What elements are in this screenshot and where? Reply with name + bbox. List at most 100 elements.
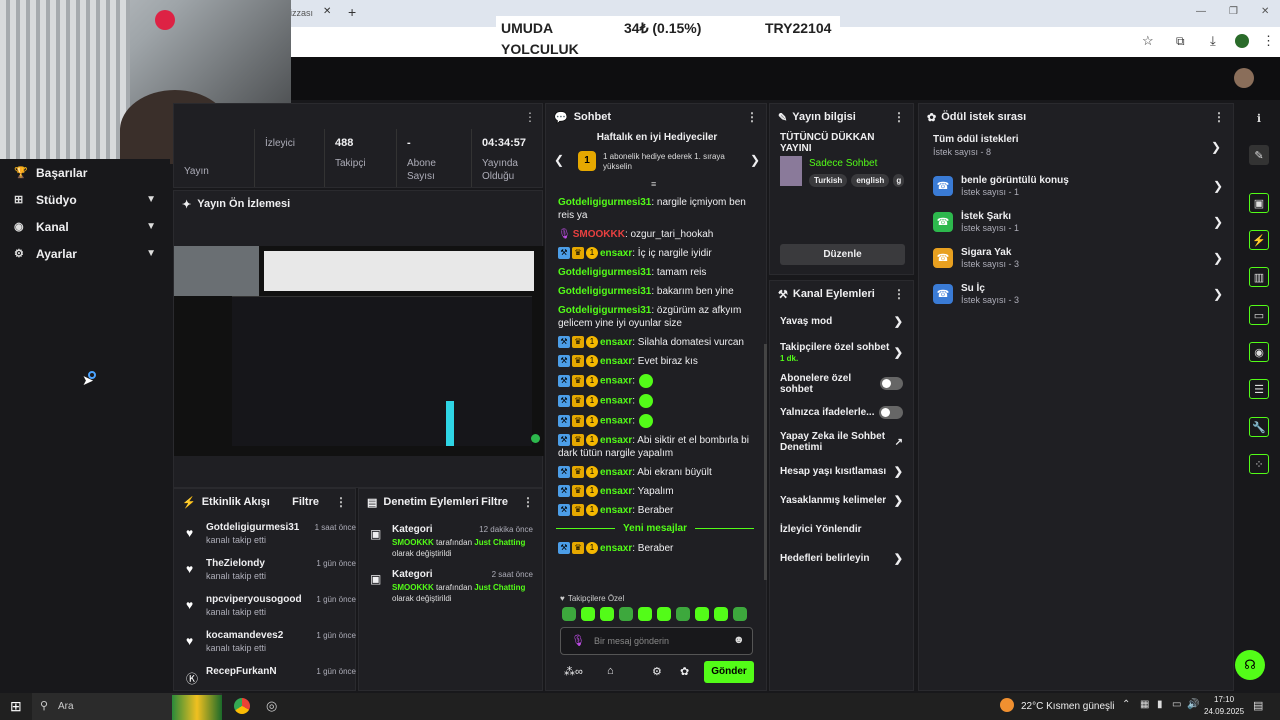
sidebar-item-studio[interactable]: ⊞ Stüdyo ▼ — [0, 186, 170, 213]
send-button[interactable]: Gönder — [704, 661, 754, 683]
profile-avatar[interactable] — [1235, 34, 1249, 48]
extensions-icon[interactable]: ⧉ — [1176, 34, 1185, 49]
channel-action-item[interactable]: Hesap yaşı kısıtlaması ❯ — [770, 457, 913, 486]
all-rewards-row[interactable]: Tüm ödül istekleri İstek sayısı - 8 ❯ — [933, 134, 1223, 162]
channel-action-item[interactable]: Yavaş mod ❯ — [770, 307, 913, 336]
user-avatar[interactable] — [1234, 68, 1254, 88]
reward-item[interactable]: ☎ İstek Şarkı İstek sayısı - 1 ❯ — [933, 206, 1223, 238]
info-icon[interactable]: ℹ — [1249, 108, 1269, 128]
chat-username[interactable]: ensaxr — [600, 416, 632, 427]
mic-tray-icon[interactable]: ▮ — [1157, 699, 1163, 710]
chat-username[interactable]: Gotdeligigurmesi31 — [558, 267, 651, 278]
chat-scrollbar[interactable] — [764, 344, 767, 580]
edit-button[interactable]: Düzenle — [780, 244, 905, 265]
lightning-icon[interactable]: ⚡ — [1249, 230, 1269, 250]
category-label[interactable]: Sadece Sohbet — [809, 158, 877, 169]
emote-icon[interactable] — [714, 607, 728, 621]
chat-menu-icon[interactable]: ⋮ — [746, 110, 758, 124]
chat-username[interactable]: ensaxr — [600, 543, 632, 554]
focus-icon[interactable]: ▣ — [1249, 193, 1269, 213]
channel-action-item[interactable]: Yapay Zeka ile Sohbet Denetimi ↗ — [770, 427, 913, 457]
broadcast-icon[interactable]: ◉ — [1249, 342, 1269, 362]
emote-icon[interactable] — [562, 607, 576, 621]
moderation-filter-button[interactable]: Filtre — [481, 496, 508, 508]
chat-username[interactable]: ensaxr — [600, 467, 632, 478]
store-icon[interactable]: ⌂ — [607, 665, 614, 677]
points-icon[interactable]: ⁂∞ — [564, 665, 583, 678]
emote-icon[interactable] — [581, 607, 595, 621]
list-icon[interactable]: ☰ — [1249, 379, 1269, 399]
notification-icon[interactable]: ▤ — [1253, 699, 1263, 712]
moderation-item[interactable]: ▣ Kategori 12 dakika önce SMOOKKK tarafında… — [367, 524, 537, 564]
channel-action-item[interactable]: Takipçilere özel sohbet 1 dk. ❯ — [770, 336, 913, 369]
maximize-icon[interactable]: ❐ — [1229, 6, 1238, 17]
emote-icon[interactable] — [600, 607, 614, 621]
chat-username[interactable]: ensaxr — [600, 505, 632, 516]
clock-time[interactable]: 17:10 — [1214, 695, 1234, 704]
stream-info-menu-icon[interactable]: ⋮ — [893, 110, 905, 124]
chat-username[interactable]: Gotdeligigurmesi31 — [558, 286, 651, 297]
chat-username[interactable]: ensaxr — [600, 356, 632, 367]
emote-icon[interactable] — [657, 607, 671, 621]
emote-icon[interactable] — [695, 607, 709, 621]
obs-icon[interactable]: ◎ — [266, 698, 277, 714]
activity-item[interactable]: ♥ npcviperyousogood kanalı takip etti 1 gün… — [182, 592, 356, 622]
bookmark-star-icon[interactable]: ☆ — [1142, 33, 1154, 49]
channel-action-item[interactable]: Abonelere özel sohbet — [770, 369, 913, 398]
channel-actions-menu-icon[interactable]: ⋮ — [893, 287, 905, 301]
activity-menu-icon[interactable]: ⋮ — [335, 495, 347, 509]
tray-chevron-icon[interactable]: ⌃ — [1122, 699, 1130, 710]
channel-action-item[interactable]: Yasaklanmış kelimeler ❯ — [770, 486, 913, 515]
emote-icon[interactable] — [638, 607, 652, 621]
sidebar-item-settings[interactable]: ⚙ Ayarlar ▼ — [0, 240, 170, 267]
chat-username[interactable]: ensaxr — [600, 486, 632, 497]
window-close-icon[interactable]: ✕ — [1261, 6, 1269, 17]
sidebar-item-achievements[interactable]: 🏆 Başarılar — [0, 159, 170, 186]
download-icon[interactable]: ⤓ — [1210, 33, 1216, 49]
emote-icon[interactable] — [676, 607, 690, 621]
chrome-icon[interactable] — [234, 698, 250, 714]
chevron-right-icon[interactable]: ❯ — [750, 153, 760, 167]
apps-icon[interactable]: ⁘ — [1249, 454, 1269, 474]
windows-start-icon[interactable]: ⊞ — [10, 698, 22, 715]
gear-icon[interactable]: ⚙ — [652, 665, 662, 678]
moderation-menu-icon[interactable]: ⋮ — [522, 495, 534, 509]
activity-item[interactable]: ♥ kocamandeves2 kanalı takip etti 1 gün önc… — [182, 628, 356, 658]
chat-username[interactable]: ensaxr — [600, 337, 632, 348]
chat-username[interactable]: Gotdeligigurmesi31 — [558, 197, 651, 208]
reward-item[interactable]: ☎ Su İç İstek sayısı - 3 ❯ — [933, 278, 1223, 310]
activity-item[interactable]: Ⓚ RecepFurkanN 1 gün önce — [182, 664, 356, 694]
display-tray-icon[interactable]: ▭ — [1172, 699, 1181, 710]
tray-app-icon[interactable]: ▦ — [1140, 699, 1149, 710]
reward-item[interactable]: ☎ Sigara Yak İstek sayısı - 3 ❯ — [933, 242, 1223, 274]
new-tab-button[interactable]: + — [348, 4, 356, 20]
clock-date[interactable]: 24.09.2025 — [1204, 707, 1244, 716]
channel-action-item[interactable]: İzleyici Yönlendir — [770, 515, 913, 544]
preview-video[interactable] — [174, 246, 544, 456]
emoji-icon[interactable]: ☻ — [733, 634, 745, 646]
sidebar-item-channel[interactable]: ◉ Kanal ▼ — [0, 213, 170, 240]
chat-bubble-icon[interactable]: ▭ — [1249, 305, 1269, 325]
toggle-switch[interactable] — [879, 406, 903, 419]
wrench-icon[interactable]: 🔧 — [1249, 417, 1269, 437]
reward-item[interactable]: ☎ benle görüntülü konuş İstek sayısı - 1 ❯ — [933, 170, 1223, 202]
tab-close-icon[interactable]: ✕ — [323, 6, 331, 17]
moderation-item[interactable]: ▣ Kategori 2 saat önce SMOOKKK tarafından J… — [367, 569, 537, 609]
chat-username[interactable]: ensaxr — [600, 396, 632, 407]
volume-icon[interactable]: 🔊 — [1187, 699, 1199, 710]
activity-item[interactable]: ♥ TheZielondy kanalı takip etti 1 gün önce — [182, 556, 356, 586]
taskbar-search[interactable]: ⚲ Ara — [32, 693, 222, 720]
browser-tab[interactable]: izzası — [290, 8, 313, 18]
channel-action-item[interactable]: Yalnızca ifadelerle... — [770, 398, 913, 427]
toggle-switch[interactable] — [880, 377, 903, 390]
pencil-icon[interactable]: ✎ — [1249, 145, 1269, 165]
support-icon[interactable]: ☊ — [1235, 650, 1265, 680]
channel-action-item[interactable]: Hedefleri belirleyin ❯ — [770, 544, 913, 573]
rewards-menu-icon[interactable]: ⋮ — [1213, 110, 1225, 124]
activity-item[interactable]: ♥ Gotdeligigurmesi31 kanalı takip etti 1 sa… — [182, 520, 356, 550]
chat-input-box[interactable]: 🎙 Bir mesaj gönderin ☻ — [560, 627, 753, 655]
activity-filter-button[interactable]: Filtre — [292, 496, 319, 508]
microphone-icon[interactable]: 🎙 — [571, 634, 585, 647]
chat-username[interactable]: SMOOKKK — [573, 229, 625, 240]
clipboard-icon[interactable]: ▥ — [1249, 267, 1269, 287]
